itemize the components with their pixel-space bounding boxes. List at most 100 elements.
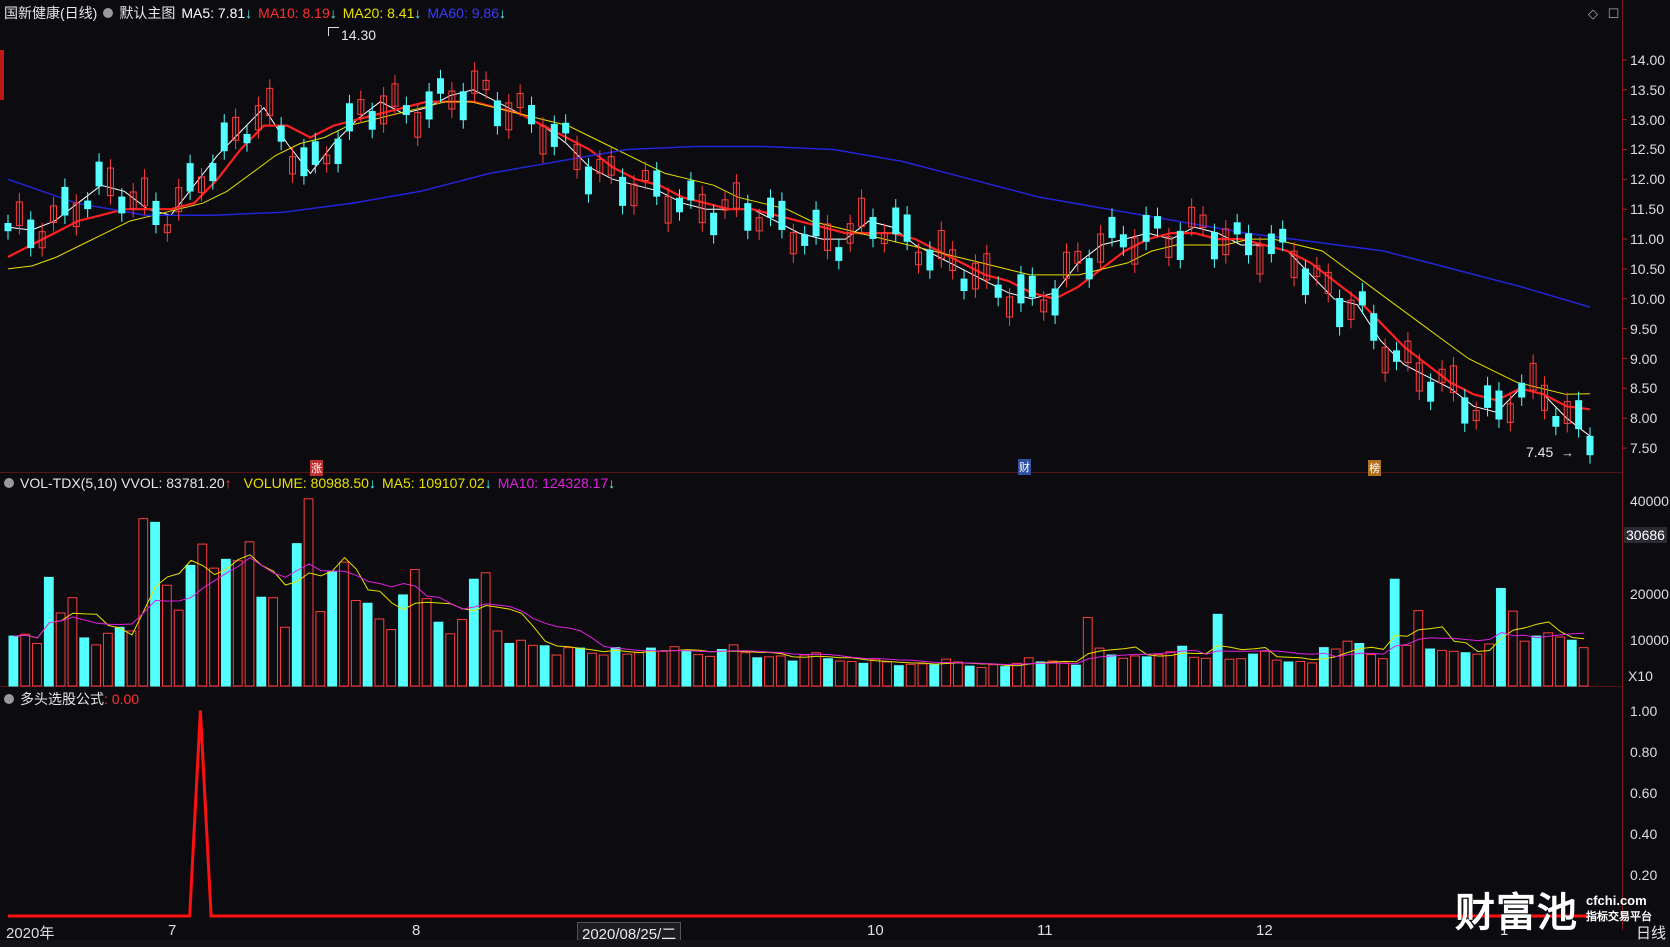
volume-bar: [1507, 610, 1518, 687]
candle-body: [994, 284, 1002, 298]
volume-bar: [1366, 654, 1376, 687]
volume-bar: [964, 665, 975, 687]
volume-bar: [1377, 658, 1388, 687]
volume-bar: [221, 558, 231, 687]
candle-body: [425, 91, 433, 120]
charts-canvas[interactable]: [0, 0, 1670, 947]
price-tick-label: 14.00: [1630, 51, 1666, 68]
event-marker-zhang[interactable]: 涨: [310, 460, 323, 476]
candle-body: [1427, 381, 1435, 402]
volume-bar: [457, 618, 467, 687]
red-edge-tab[interactable]: [0, 50, 4, 100]
volume-bar: [161, 584, 172, 687]
volume-bar: [516, 639, 526, 687]
volume-bar: [1425, 648, 1436, 687]
volume-bar: [1307, 662, 1317, 687]
volume-bar: [421, 598, 432, 687]
volume-bar: [386, 629, 397, 687]
volume-bar: [1059, 662, 1070, 687]
event-marker-cai[interactable]: 财: [1018, 459, 1031, 475]
candle-body: [801, 234, 809, 246]
volume-bar: [1141, 656, 1152, 687]
volume-bar: [268, 597, 279, 687]
high-price-label: 14.30: [341, 27, 377, 43]
volume-bar: [811, 652, 822, 687]
candle-body: [152, 200, 160, 226]
candle-body: [84, 200, 92, 210]
indicator-tick-label: 0.80: [1630, 743, 1658, 760]
volume-bar: [1023, 657, 1034, 687]
volume-bar: [480, 572, 491, 687]
x-label-nov: 11: [1037, 922, 1053, 939]
volume-bar: [173, 609, 184, 687]
candle-body: [892, 207, 900, 235]
volume-ma10-line: [13, 556, 1585, 666]
candle-body: [1108, 216, 1116, 238]
volume-bar: [67, 597, 78, 687]
candle-body: [1267, 233, 1275, 255]
candle-body: [1142, 214, 1150, 242]
candle-body: [653, 170, 661, 197]
candle-body: [1017, 274, 1025, 304]
volume-bar: [610, 647, 621, 687]
volume-bar: [1071, 664, 1081, 687]
volume-bar: [409, 569, 420, 687]
price-tick-label: 11.00: [1630, 231, 1664, 248]
volume-bar: [185, 564, 196, 687]
volume-bar: [327, 571, 338, 687]
price-tick-label: 12.00: [1630, 171, 1666, 188]
volume-bar: [1000, 666, 1011, 687]
candle-body: [334, 138, 342, 164]
candle-body: [1176, 230, 1184, 260]
volume-bar: [20, 633, 31, 687]
candle-body: [493, 100, 501, 127]
volume-bar: [138, 518, 149, 687]
volume-bar: [32, 642, 42, 687]
volume-bar: [445, 633, 456, 687]
candle-body: [277, 125, 285, 142]
candle-body: [27, 219, 35, 249]
volume-bar: [893, 665, 904, 687]
volume-bar: [350, 599, 361, 687]
volume-bar: [929, 664, 940, 687]
low-price-arrow: →: [1561, 445, 1574, 460]
volume-bar: [339, 561, 349, 687]
candle-body: [1575, 400, 1583, 430]
candle-body: [584, 166, 592, 195]
candle-body: [1393, 350, 1401, 362]
price-tick-label: 8.00: [1630, 410, 1658, 427]
candle-body: [562, 122, 570, 134]
candle-body: [61, 186, 69, 216]
candle-body: [459, 91, 467, 121]
candle-body: [345, 103, 353, 132]
candle-body: [186, 163, 194, 192]
candle-body: [528, 105, 536, 125]
volume-bar: [1543, 632, 1554, 687]
volume-bar: [1212, 613, 1223, 687]
volume-bar: [1413, 610, 1424, 687]
candle-body: [1495, 390, 1503, 420]
candle-body: [710, 212, 718, 236]
volume-bar: [846, 661, 857, 687]
event-marker-bang[interactable]: 榜: [1368, 460, 1381, 476]
x-label-aug: 8: [412, 922, 421, 939]
candle-body: [1210, 232, 1218, 260]
volume-bar: [114, 626, 125, 687]
volume-bar: [232, 560, 243, 687]
candle-body: [402, 105, 410, 116]
volume-bar: [1259, 650, 1270, 687]
candle-body: [960, 278, 968, 291]
signal-line: [8, 710, 1590, 918]
volume-tick-label: 10000: [1630, 631, 1669, 648]
volume-bar: [1130, 655, 1140, 687]
volume-bar: [646, 647, 656, 687]
volume-bar: [740, 652, 751, 687]
ma-line-ma60: [7, 145, 1591, 308]
price-tick-label: 9.50: [1630, 320, 1658, 337]
price-tick-label: 13.00: [1630, 111, 1666, 128]
volume-bar: [598, 654, 609, 687]
candle-body: [311, 141, 319, 165]
volume-ma5-line: [13, 554, 1585, 667]
candle-body: [675, 197, 683, 213]
candle-body: [368, 111, 376, 130]
